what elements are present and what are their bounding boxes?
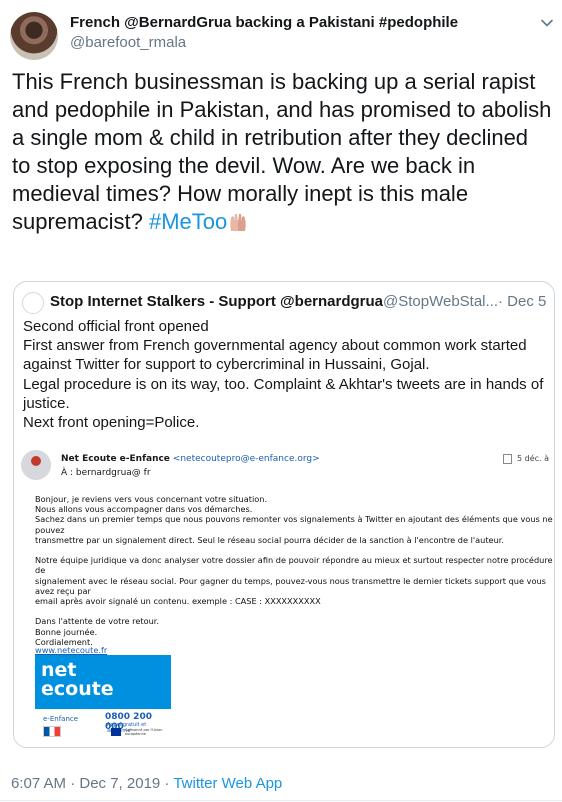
tweet-timestamp-link[interactable]: 6:07 AM · Dec 7, 2019 xyxy=(11,775,160,792)
netecoute-logo: net ecoute xyxy=(35,655,171,709)
netecoute-signature: net ecoute e-Enfance 0800 200 000 Appel … xyxy=(35,655,171,740)
eu-flag-icon xyxy=(111,728,121,736)
email-date: 5 déc. à xyxy=(517,454,550,463)
french-republic-logo-icon xyxy=(43,726,61,737)
e-enfance-label: e-Enfance xyxy=(43,715,79,723)
email-screenshot-image[interactable]: Net Ecoute e-Enfance <netecoutepro@e-enf… xyxy=(15,442,553,742)
quoted-tweet-date: · Dec 5 xyxy=(498,293,547,310)
author-avatar[interactable] xyxy=(10,12,58,60)
email-sender-name: Net Ecoute e-Enfance xyxy=(61,454,170,464)
quoted-tweet[interactable]: Stop Internet Stalkers - Support @bernar… xyxy=(13,281,555,748)
tweet-text: This French businessman is backing up a … xyxy=(12,68,552,236)
tweet-meta: 6:07 AM · Dec 7, 2019 · Twitter Web App xyxy=(11,775,282,792)
meta-separator: · xyxy=(160,775,174,792)
email-body: Bonjour, je reviens vers vous concernant… xyxy=(35,494,553,677)
email-from: Net Ecoute e-Enfance <netecoutepro@e-enf… xyxy=(61,454,320,464)
tweet: French @BernardGrua backing a Pakistani … xyxy=(0,0,562,802)
tweet-body: This French businessman is backing up a … xyxy=(12,69,552,234)
author-handle[interactable]: @barefoot_rmala xyxy=(70,34,186,51)
email-to: À : bernardgrua@ fr xyxy=(61,468,151,478)
author-display-name[interactable]: French @BernardGrua backing a Pakistani … xyxy=(70,14,458,31)
tweet-client-link[interactable]: Twitter Web App xyxy=(173,775,282,792)
netecoute-link: www.netecoute.fr xyxy=(35,645,108,655)
divider xyxy=(0,800,562,801)
chevron-down-icon[interactable] xyxy=(540,16,554,30)
netecoute-logo-text: net ecoute xyxy=(41,659,114,700)
raised-hands-emoji-icon xyxy=(230,214,246,231)
quoted-tweet-text: Second official front opened First answe… xyxy=(23,318,544,432)
hashtag-metoo-link[interactable]: #MeToo xyxy=(149,209,227,234)
eu-caption: Cofinancé par l'Union européenne xyxy=(125,728,163,736)
quoted-author-display-name: Stop Internet Stalkers - Support @bernar… xyxy=(50,293,384,310)
email-sender-address: <netecoutepro@e-enfance.org> xyxy=(172,454,320,464)
quoted-author-handle: @StopWebStal... xyxy=(383,293,499,310)
quoted-author-avatar xyxy=(22,292,44,314)
sender-logo xyxy=(21,450,51,480)
print-icon xyxy=(503,454,512,464)
